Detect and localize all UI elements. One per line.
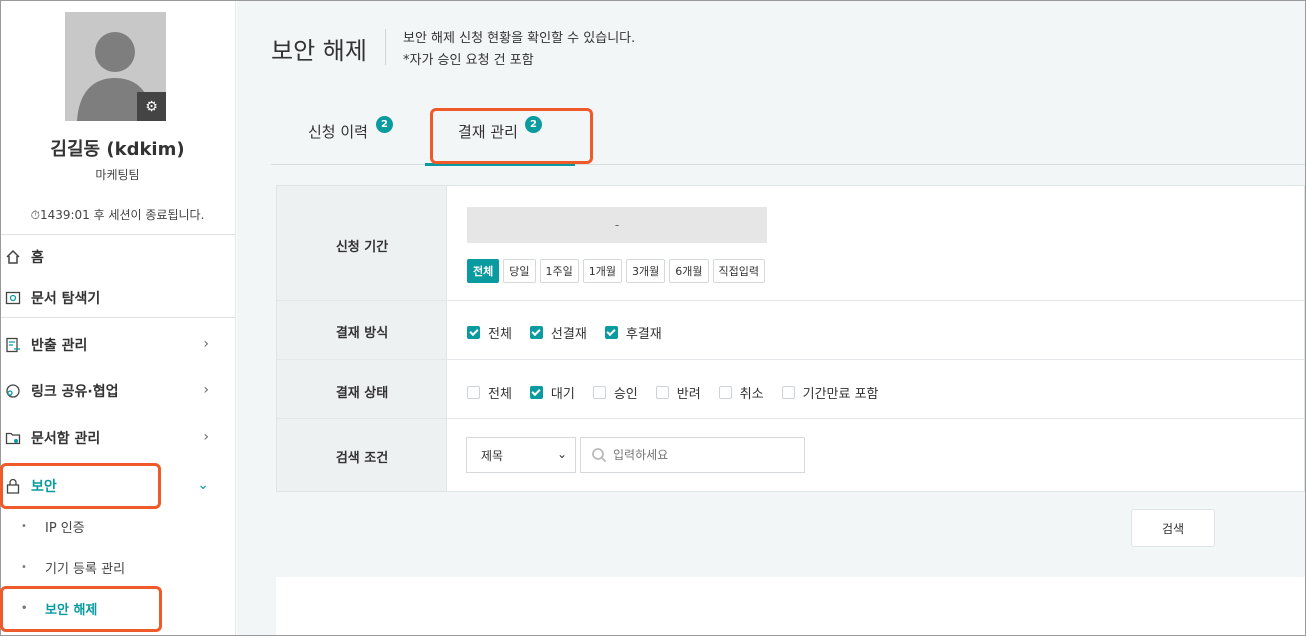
checkbox-unchecked[interactable] bbox=[655, 386, 669, 399]
status-pending-checkbox[interactable]: 대기 bbox=[529, 383, 575, 402]
period-button-today[interactable]: 당일 bbox=[503, 259, 536, 283]
tab-label: 결재 관리 bbox=[458, 123, 518, 141]
document-search-icon bbox=[4, 289, 22, 307]
sidebar-item-doc-explorer[interactable]: 문서 탐색기 bbox=[1, 283, 235, 313]
page-description: 보안 해제 신청 현황을 확인할 수 있습니다. *자가 승인 요청 건 포함 bbox=[403, 28, 635, 72]
period-button-custom[interactable]: 직접입력 bbox=[712, 259, 765, 283]
export-document-icon bbox=[4, 336, 22, 354]
checkbox-unchecked[interactable] bbox=[467, 386, 480, 399]
checkbox-unchecked[interactable] bbox=[781, 386, 795, 399]
sidebar-subitem-ip-auth[interactable]: • IP 인증 bbox=[1, 513, 235, 539]
search-input[interactable] bbox=[613, 448, 793, 462]
lock-icon bbox=[4, 477, 22, 495]
checkbox-checked[interactable] bbox=[467, 326, 480, 339]
chevron-right-icon: › bbox=[203, 336, 209, 352]
period-label: 신청 기간 bbox=[335, 240, 389, 255]
period-button-group: 전체 당일 1주일 1개월 3개월 6개월 직접입력 bbox=[467, 259, 765, 283]
sidebar-item-label: 보안 bbox=[31, 479, 57, 495]
search-field[interactable] bbox=[580, 437, 805, 473]
period-button-6months[interactable]: 6개월 bbox=[669, 259, 709, 283]
period-button-3months[interactable]: 3개월 bbox=[626, 259, 666, 283]
period-button-1week[interactable]: 1주일 bbox=[539, 259, 579, 283]
date-range-input[interactable]: - bbox=[467, 207, 767, 243]
method-label: 결재 방식 bbox=[335, 326, 389, 341]
method-checkbox-group: 전체 선결재 후결재 bbox=[467, 323, 680, 342]
home-icon bbox=[4, 248, 22, 266]
search-icon bbox=[591, 447, 607, 463]
status-rejected-checkbox[interactable]: 반려 bbox=[655, 383, 701, 402]
folder-settings-icon bbox=[4, 429, 22, 447]
page-title: 보안 해제 bbox=[271, 37, 367, 65]
profile-settings-gear-icon[interactable]: ⚙ bbox=[137, 92, 166, 121]
method-pre-approval-checkbox[interactable]: 선결재 bbox=[529, 323, 587, 342]
period-button-all[interactable]: 전체 bbox=[467, 259, 500, 283]
period-button-1month[interactable]: 1개월 bbox=[582, 259, 622, 283]
sidebar-item-label: 링크 공유·협업 bbox=[31, 384, 119, 400]
bullet-icon: • bbox=[21, 561, 27, 573]
sidebar-item-label: 문서함 관리 bbox=[31, 431, 101, 447]
session-timer: ⏱1439:01 후 세션이 종료됩니다. bbox=[30, 208, 205, 222]
link-share-icon bbox=[4, 382, 22, 400]
chevron-right-icon: › bbox=[203, 382, 209, 398]
status-checkbox-group: 전체 대기 승인 반려 취소 기간만료 포함 bbox=[467, 383, 897, 402]
results-panel bbox=[276, 577, 1305, 635]
sidebar: ⚙ 김길동 (kdkim) 마케팅팀 ⏱1439:01 후 세션이 종료됩니다.… bbox=[1, 1, 236, 635]
status-approved-checkbox[interactable]: 승인 bbox=[592, 383, 638, 402]
checkbox-checked[interactable] bbox=[529, 326, 543, 339]
checkbox-unchecked[interactable] bbox=[592, 386, 606, 399]
avatar[interactable]: ⚙ bbox=[65, 12, 166, 121]
status-cancelled-checkbox[interactable]: 취소 bbox=[718, 383, 764, 402]
bullet-icon: • bbox=[21, 520, 27, 532]
sidebar-item-security[interactable]: 보안 ⌄ bbox=[1, 471, 235, 501]
chevron-right-icon: › bbox=[203, 429, 209, 445]
sidebar-item-home[interactable]: 홈 bbox=[1, 242, 235, 272]
sidebar-subitem-label: 보안 해제 bbox=[45, 602, 98, 618]
sidebar-item-export[interactable]: 반출 관리 › bbox=[1, 330, 235, 360]
sidebar-subitem-device[interactable]: • 기기 등록 관리 bbox=[1, 554, 235, 580]
condition-label: 검색 조건 bbox=[335, 451, 389, 466]
search-condition-select[interactable]: 제목 ⌄ bbox=[466, 437, 576, 473]
clock-icon: ⏱ bbox=[30, 208, 40, 222]
checkbox-checked[interactable] bbox=[604, 326, 618, 339]
sidebar-item-label: 반출 관리 bbox=[31, 338, 88, 354]
active-tab-indicator bbox=[425, 163, 575, 166]
bullet-icon: • bbox=[21, 602, 28, 614]
checkbox-checked[interactable] bbox=[529, 386, 543, 399]
sidebar-subitem-label: IP 인증 bbox=[45, 520, 85, 536]
description-note: *자가 승인 요청 건 포함 bbox=[403, 53, 534, 68]
chevron-down-icon: ⌄ bbox=[556, 447, 567, 461]
sidebar-divider bbox=[1, 234, 235, 235]
status-expired-checkbox[interactable]: 기간만료 포함 bbox=[781, 383, 879, 402]
sidebar-divider bbox=[1, 317, 235, 318]
user-name: 김길동 (kdkim) bbox=[50, 139, 185, 160]
count-badge: 2 bbox=[376, 116, 393, 133]
tab-history[interactable]: 신청 이력 2 bbox=[308, 116, 393, 142]
sidebar-subitem-unlock[interactable]: • 보안 해제 bbox=[1, 595, 235, 621]
row-divider bbox=[277, 300, 1304, 301]
search-button[interactable]: 검색 bbox=[1131, 509, 1215, 547]
status-all-checkbox[interactable]: 전체 bbox=[467, 383, 512, 402]
tab-approval[interactable]: 결재 관리 2 bbox=[458, 116, 542, 142]
method-post-approval-checkbox[interactable]: 후결재 bbox=[604, 323, 662, 342]
checkbox-unchecked[interactable] bbox=[718, 386, 732, 399]
chevron-down-icon: ⌄ bbox=[197, 477, 209, 493]
row-divider bbox=[277, 418, 1304, 419]
sidebar-subitem-label: 기기 등록 관리 bbox=[45, 561, 126, 577]
sidebar-item-label: 문서 탐색기 bbox=[31, 291, 101, 307]
user-team: 마케팅팀 bbox=[95, 168, 140, 182]
method-all-checkbox[interactable]: 전체 bbox=[467, 323, 512, 342]
sidebar-item-doc-box[interactable]: 문서함 관리 › bbox=[1, 423, 235, 453]
count-badge: 2 bbox=[525, 116, 542, 133]
title-divider bbox=[385, 29, 386, 65]
sidebar-item-label: 홈 bbox=[31, 250, 44, 266]
row-divider bbox=[277, 359, 1304, 360]
sidebar-item-link-share[interactable]: 링크 공유·협업 › bbox=[1, 376, 235, 406]
main-content: 보안 해제 보안 해제 신청 현황을 확인할 수 있습니다. *자가 승인 요청… bbox=[237, 1, 1305, 635]
description-line: 보안 해제 신청 현황을 확인할 수 있습니다. bbox=[403, 31, 636, 46]
tab-label: 신청 이력 bbox=[308, 123, 368, 141]
status-label: 결재 상태 bbox=[335, 386, 389, 401]
